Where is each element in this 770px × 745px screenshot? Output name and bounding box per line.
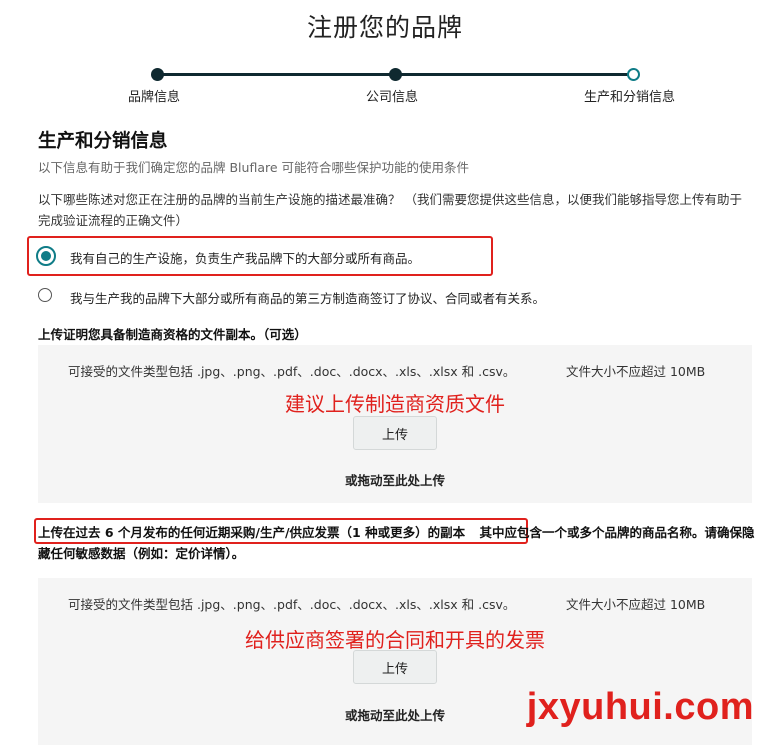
step-label-production-info: 生产和分销信息 xyxy=(584,90,676,105)
upload-invoice-heading: 上传在过去 6 个月发布的任何近期采购/生产/供应发票（1 种或更多）的副本 其… xyxy=(38,522,758,564)
step-label-brand-info: 品牌信息 xyxy=(128,90,181,105)
upload-button-manufacturer[interactable]: 上传 xyxy=(353,416,437,450)
step-dot-company-info xyxy=(389,68,402,81)
radio-option-third-party[interactable]: 我与生产我的品牌下大部分或所有商品的第三方制造商签订了协议、合同或者有关系。 xyxy=(38,287,738,306)
annotation-upload-manufacturer: 建议上传制造商资质文件 xyxy=(285,392,505,416)
annotation-upload-invoice: 给供应商签署的合同和开具的发票 xyxy=(245,628,545,652)
upload-invoice-heading-part1: 上传在过去 6 个月发布的任何近期采购/生产/供应发票（1 种或更多）的副本 xyxy=(38,525,466,540)
radio-label-third-party: 我与生产我的品牌下大部分或所有商品的第三方制造商签订了协议、合同或者有关系。 xyxy=(70,291,546,306)
section-title: 生产和分销信息 xyxy=(38,131,168,152)
upload-button-invoice[interactable]: 上传 xyxy=(353,650,437,684)
radio-unselected-indicator[interactable] xyxy=(38,288,52,302)
stepper-line-2 xyxy=(395,73,633,76)
step-label-company-info: 公司信息 xyxy=(366,90,419,105)
file-size-limit: 文件大小不应超过 10MB xyxy=(566,597,706,612)
progress-stepper: 品牌信息 公司信息 生产和分销信息 xyxy=(0,62,770,112)
step-dot-production-info xyxy=(627,68,640,81)
drag-drop-text: 或拖动至此处上传 xyxy=(344,473,445,488)
radio-option-own-facility[interactable]: 我有自己的生产设施，负责生产我品牌下的大部分或所有商品。 xyxy=(36,246,486,268)
dropzone-manufacturer-docs[interactable]: 可接受的文件类型包括 .jpg、.png、.pdf、.doc、.docx、.xl… xyxy=(38,345,752,503)
accepted-file-types: 可接受的文件类型包括 .jpg、.png、.pdf、.doc、.docx、.xl… xyxy=(68,597,516,612)
radio-label-own-facility: 我有自己的生产设施，负责生产我品牌下的大部分或所有商品。 xyxy=(70,251,421,266)
step-dot-brand-info xyxy=(151,68,164,81)
stepper-line-1 xyxy=(157,73,395,76)
section-subtitle: 以下信息有助于我们确定您的品牌 Bluflare 可能符合哪些保护功能的使用条件 xyxy=(38,160,470,175)
radio-selected-indicator[interactable] xyxy=(36,246,56,266)
page-title: 注册您的品牌 xyxy=(306,13,463,42)
facility-question: 以下哪些陈述对您正在注册的品牌的当前生产设施的描述最准确？ （我们需要您提供这些… xyxy=(38,192,742,228)
accepted-file-types: 可接受的文件类型包括 .jpg、.png、.pdf、.doc、.docx、.xl… xyxy=(68,364,516,379)
upload-manufacturer-heading: 上传证明您具备制造商资格的文件副本。（可选） xyxy=(38,327,307,342)
file-size-limit: 文件大小不应超过 10MB xyxy=(566,364,706,379)
watermark: jxyuhui.com xyxy=(526,686,754,728)
